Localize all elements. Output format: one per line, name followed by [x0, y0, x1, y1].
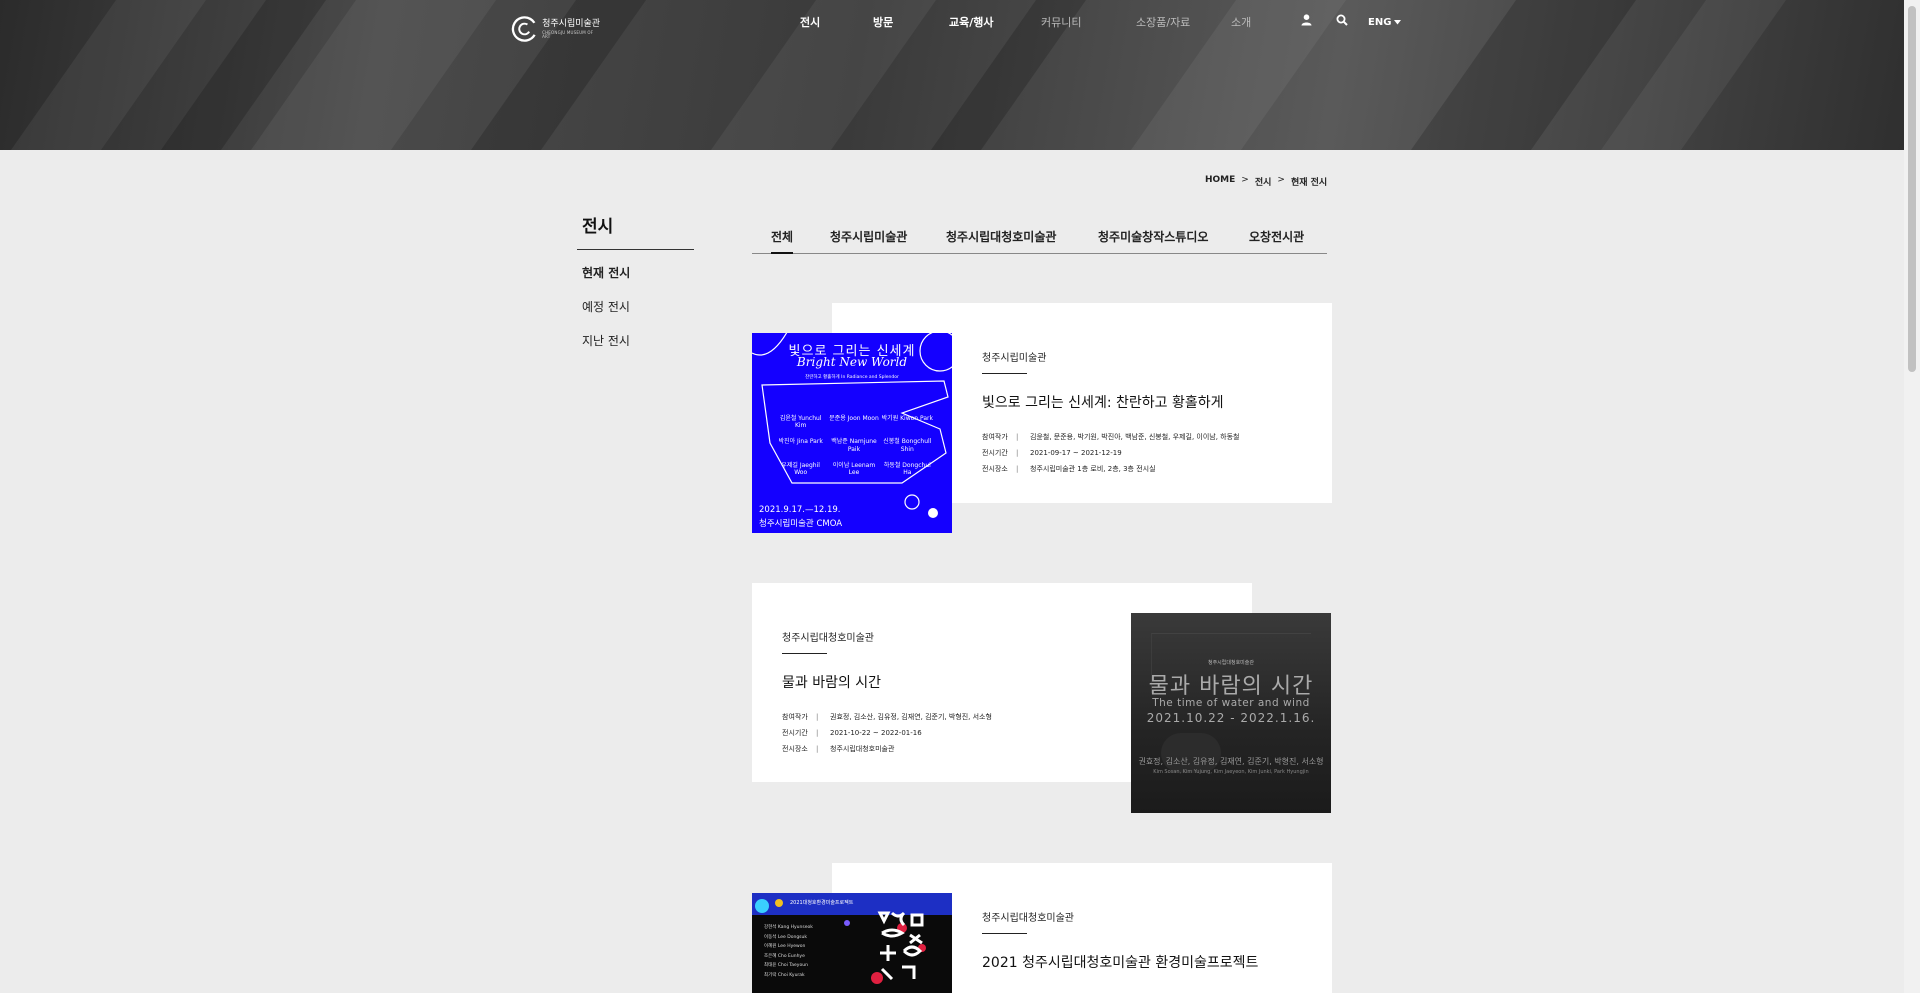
label-place: 전시장소: [982, 465, 1008, 473]
poster-artist: 신봉철 Bongchull Shin: [883, 438, 932, 453]
breadcrumb: HOME > 전시 > 현재 전시: [1205, 175, 1327, 188]
exhibition-title[interactable]: 빛으로 그리는 신세계: 찬란하고 황홀하게: [982, 392, 1239, 412]
exhibition-info: 청주시립대청호미술관 물과 바람의 시간 참여작가 | 권효정, 김소산, 김유정,…: [782, 629, 992, 757]
exhibition-venue: 청주시립미술관: [982, 353, 1047, 364]
poster-title-en: The time of water and wind: [1152, 697, 1310, 709]
label-period: 전시기간: [782, 729, 808, 737]
tab-ochang[interactable]: 오창전시관: [1249, 228, 1304, 254]
poster-artist: 박진아 Jina Park: [778, 438, 823, 446]
breadcrumb-separator: >: [1277, 175, 1285, 185]
tab-cmoa[interactable]: 청주시립미술관: [830, 228, 907, 254]
caret-down-icon: [1394, 19, 1402, 24]
nav-item-visit[interactable]: 방문: [873, 14, 893, 30]
artists-value: 권효정, 김소산, 김유정, 김재연, 김준기, 박형진, 서소형: [830, 713, 992, 721]
logo-subtext: CHEONGJU MUSEUM OF ART: [542, 29, 594, 39]
poster-date: 2021.9.17.—12.19.: [759, 505, 841, 515]
user-icon[interactable]: [1301, 14, 1312, 30]
breadcrumb-exhibition[interactable]: 전시: [1255, 175, 1272, 188]
nav-item-exhibition[interactable]: 전시: [800, 14, 820, 30]
poster-org: 청주시립미술관 CMOA: [759, 519, 843, 529]
poster-artist: 문준용 Joon Moon: [829, 415, 879, 422]
label-period: 전시기간: [982, 449, 1008, 457]
exhibition-info: 청주시립미술관 빛으로 그리는 신세계: 찬란하고 황홀하게 참여작가 | 김윤철,…: [982, 349, 1239, 477]
period-value: 2021-09-17 ~ 2021-12-19: [1030, 449, 1122, 457]
side-menu-title: 전시: [577, 212, 694, 250]
exhibition-poster[interactable]: 빛으로 그리는 신세계 Bright New World 찬란하고 황홀하게 I…: [752, 333, 952, 533]
search-icon[interactable]: [1336, 14, 1348, 30]
breadcrumb-current: 현재 전시: [1290, 178, 1328, 188]
main-nav: 전시 방문 교육/행사 커뮤니티 소장품/자료 소개: [0, 14, 1904, 30]
label-artists: 참여작가: [782, 713, 808, 721]
poster-subtitle: 찬란하고 황홀하게 In Radiance and Splendor: [805, 375, 899, 380]
poster-artist: 백남준 Namjune Paik: [831, 438, 877, 453]
period-value: 2021-10-22 ~ 2022-01-16: [830, 729, 922, 737]
poster-title-ko: 물과 바람의 시간: [1148, 674, 1314, 699]
poster-date: 2021.10.22 - 2022.1.16.: [1146, 711, 1316, 725]
artists-value: 김윤철, 문준용, 박기원, 박진아, 백남준, 신봉철, 우제길, 이이남, …: [1030, 433, 1240, 441]
poster-artist: 최기락 Choi Kyurak: [764, 972, 805, 978]
poster-artist: 이이남 Leenam Lee: [832, 461, 876, 476]
breadcrumb-home[interactable]: HOME: [1205, 175, 1235, 188]
side-menu: 전시 현재 전시 예정 전시 지난 전시: [577, 212, 694, 365]
nav-item-collection[interactable]: 소장품/자료: [1136, 14, 1190, 30]
poster-artists: 권효정, 김소산, 김유정, 김재연, 김준기, 박형진, 서소형: [1138, 757, 1324, 766]
poster-artist: 강현석 Kang Hyunseok: [764, 925, 813, 930]
poster-org: 청주시립대청호미술관: [1207, 660, 1254, 666]
exhibition-venue: 청주시립대청호미술관: [782, 633, 874, 644]
poster-artist: 김윤철 Yunchul Kim: [779, 415, 822, 430]
page-scrollbar[interactable]: [1904, 0, 1920, 993]
side-item-upcoming[interactable]: 예정 전시: [582, 297, 694, 331]
poster-artist: 조은혜 Cho Eunhye: [764, 953, 805, 959]
poster-artist: 하동철 Dongchul Ha: [883, 461, 931, 476]
poster-artist: 우제길 Jaeghil Woo: [781, 461, 820, 476]
tab-daecheongho[interactable]: 청주시립대청호미술관: [946, 228, 1056, 254]
exhibition-details: 참여작가 | 권효정, 김소산, 김유정, 김재연, 김준기, 박형진, 서소형 전…: [782, 709, 992, 757]
language-selector[interactable]: ENG: [1368, 14, 1402, 30]
exhibition-poster[interactable]: 청주시립대청호미술관 물과 바람의 시간 The time of water a…: [1131, 613, 1331, 813]
nav-item-about[interactable]: 소개: [1231, 14, 1251, 30]
tab-studio[interactable]: 청주미술창작스튜디오: [1098, 228, 1208, 254]
poster-artist: 이혜원 Lee Hyewon: [764, 944, 806, 949]
place-value: 청주시립미술관 1층 로비, 2층, 3층 전시실: [1030, 465, 1156, 473]
poster-artist: 이동석 Lee Dongsuk: [764, 934, 807, 940]
place-value: 청주시립대청호미술관: [830, 745, 895, 753]
poster-artists-en: Kim Sosan, Kim Yujung, Kim Jaeyeon, Kim …: [1153, 769, 1309, 775]
side-item-current[interactable]: 현재 전시: [582, 263, 694, 297]
tab-all[interactable]: 전체: [771, 228, 794, 254]
exhibition-venue: 청주시립대청호미술관: [982, 913, 1074, 924]
exhibition-title[interactable]: 물과 바람의 시간: [782, 672, 992, 692]
poster-banner: 2021대청호환경미술프로젝트: [790, 900, 854, 906]
label-artists: 참여작가: [982, 433, 1008, 441]
hero-banner: 청주시립미술관 CHEONGJU MUSEUM OF ART 전시 방문 교육/…: [0, 0, 1904, 150]
side-item-past[interactable]: 지난 전시: [582, 331, 694, 365]
exhibition-details: 참여작가 | 김윤철, 문준용, 박기원, 박진아, 백남준, 신봉철, 우제길, …: [982, 429, 1239, 477]
breadcrumb-separator: >: [1241, 175, 1249, 185]
poster-artist: 박기원 Kiwon Park: [881, 415, 933, 422]
scrollbar-thumb[interactable]: [1908, 6, 1916, 372]
poster-title-en: Bright New World: [796, 355, 908, 369]
venue-tabs: 전체 청주시립미술관 청주시립대청호미술관 청주미술창작스튜디오 오창전시관: [752, 228, 1327, 254]
nav-item-education[interactable]: 교육/행사: [949, 14, 994, 30]
poster-artist: 최태윤 Choi Taeyoun: [764, 963, 808, 968]
exhibition-title[interactable]: 2021 청주시립대청호미술관 환경미술프로젝트: [982, 952, 1258, 972]
exhibition-poster[interactable]: 2021대청호환경미술프로젝트 강현석 Kang Hyunseok 이동석 Le…: [752, 893, 952, 993]
language-label: ENG: [1368, 16, 1392, 28]
exhibition-info: 청주시립대청호미술관 2021 청주시립대청호미술관 환경미술프로젝트: [982, 909, 1258, 972]
nav-item-community[interactable]: 커뮤니티: [1041, 14, 1081, 30]
label-place: 전시장소: [782, 745, 808, 753]
